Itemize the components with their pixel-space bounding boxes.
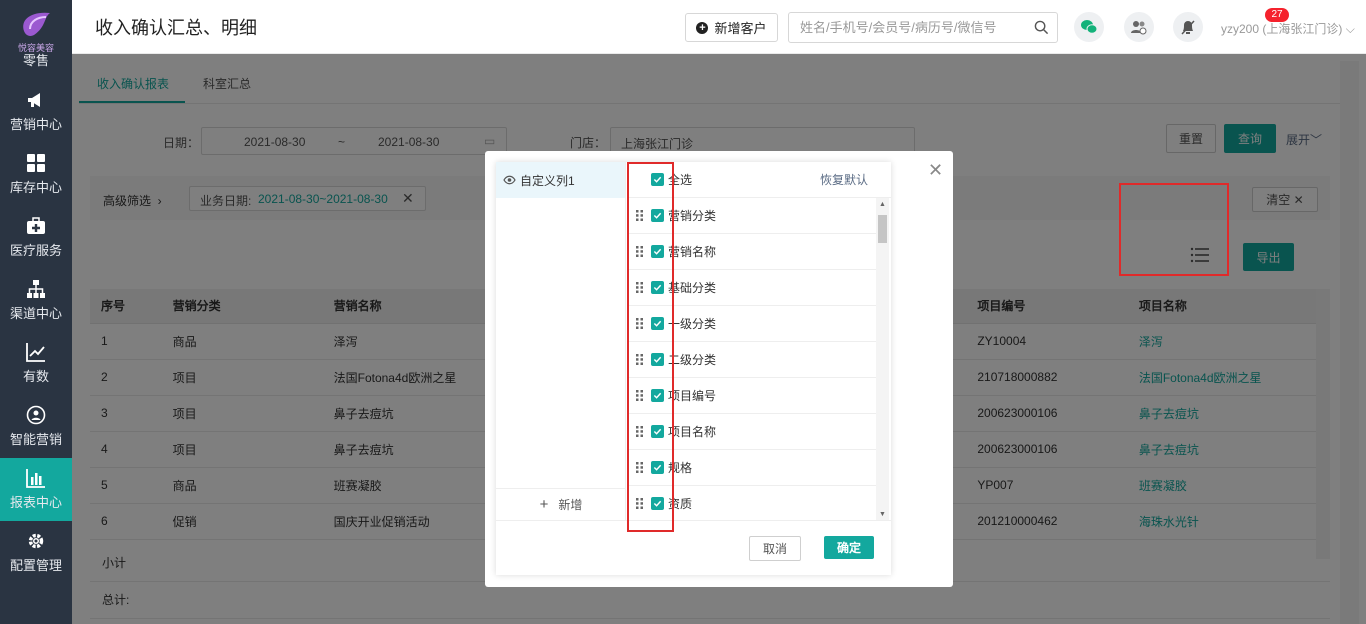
scroll-down-icon[interactable]: ▼ (879, 511, 886, 518)
nav-report-center[interactable]: 报表中心 (0, 458, 72, 521)
chevron-down-icon: ⌵ (1345, 22, 1355, 36)
preset-list: 自定义列1 + 新增 (496, 162, 626, 520)
wechat-button[interactable] (1074, 12, 1104, 42)
column-label: 一级分类 (668, 317, 717, 331)
nav-label: 渠道中心 (9, 306, 62, 321)
trend-line-icon (26, 343, 45, 362)
nav-label: 智能营销 (9, 432, 62, 447)
nav-label: 医疗服务 (9, 243, 62, 258)
nav-label: 报表中心 (9, 495, 62, 510)
page-title: 收入确认汇总、明细 (95, 18, 257, 38)
nav-inventory-center[interactable]: 库存中心 (0, 143, 72, 206)
nav-medical-service[interactable]: 医疗服务 (0, 206, 72, 269)
megaphone-icon (28, 93, 40, 107)
add-customer-button[interactable]: + 新增客户 (685, 13, 778, 42)
column-settings-dialog: ✕ 自定义列1 + 新增 全选 恢复默认 营销分类 营销名称 基础分类 一级分类 (485, 151, 953, 587)
column-list-scrollbar[interactable]: ▲ ▼ (876, 198, 889, 520)
search-input[interactable] (789, 13, 1019, 42)
column-label: 项目名称 (668, 425, 717, 439)
user-name: yzy200 (上海张江门诊) (1221, 22, 1343, 36)
cancel-button[interactable]: 取消 (749, 536, 801, 561)
bar-chart-icon (26, 469, 45, 488)
nav-label: 库存中心 (9, 180, 62, 195)
logo-icon (23, 12, 50, 36)
preset-label: 自定义列1 (520, 173, 575, 188)
add-customer-label: 新增客户 (714, 21, 767, 36)
nav-config[interactable]: 配置管理 (0, 521, 72, 584)
close-icon[interactable]: ✕ (928, 160, 943, 181)
column-label: 营销名称 (668, 245, 717, 259)
nav-retail[interactable]: 零售 (0, 50, 72, 80)
sidebar: 悦容美容 零售 营销中心 库存中心 医疗服务 渠道中心 有数 智能营销 报表中心… (0, 0, 72, 624)
search-icon[interactable] (1034, 20, 1049, 35)
medical-kit-icon (27, 217, 45, 234)
column-settings-panel: 自定义列1 + 新增 全选 恢复默认 营销分类 营销名称 基础分类 一级分类 二… (496, 162, 891, 575)
nav-marketing-center[interactable]: 营销中心 (0, 80, 72, 143)
column-label: 项目编号 (668, 389, 717, 403)
highlight-box (627, 162, 674, 532)
grid-icon (27, 154, 45, 172)
gear-icon (28, 533, 44, 549)
plus-icon: + (696, 21, 709, 34)
add-preset-label: 新增 (558, 498, 583, 512)
users-button[interactable] (1124, 12, 1154, 42)
nav-label: 营销中心 (9, 117, 62, 132)
nav-analytics[interactable]: 有数 (0, 332, 72, 395)
column-label: 基础分类 (668, 281, 717, 295)
preset-item[interactable]: 自定义列1 (496, 162, 625, 198)
users-circle-icon (26, 405, 46, 425)
user-menu[interactable]: yzy200 (上海张江门诊) ⌵ (1221, 20, 1355, 37)
notification-button[interactable] (1173, 12, 1203, 42)
nav-label: 有数 (22, 369, 49, 384)
scroll-up-icon[interactable]: ▲ (879, 201, 886, 208)
wechat-icon (1081, 20, 1098, 34)
nav-label: 配置管理 (9, 558, 62, 573)
org-chart-icon (27, 280, 45, 298)
eye-icon (503, 175, 516, 185)
nav-smart-marketing[interactable]: 智能营销 (0, 395, 72, 458)
dialog-footer: 取消 确定 (496, 520, 891, 575)
scroll-thumb[interactable] (878, 215, 887, 243)
column-label: 营销分类 (668, 209, 717, 223)
add-preset-button[interactable]: + 新增 (496, 488, 626, 520)
confirm-button[interactable]: 确定 (824, 536, 874, 559)
users-icon (1131, 21, 1147, 35)
nav-label: 零售 (22, 53, 49, 68)
search-box (788, 12, 1058, 43)
top-header: 收入确认汇总、明细 + 新增客户 27 yzy200 (上海张江门诊) ⌵ (72, 0, 1366, 54)
nav-channel-center[interactable]: 渠道中心 (0, 269, 72, 332)
restore-default-link[interactable]: 恢复默认 (820, 171, 868, 188)
highlight-box (1119, 183, 1229, 276)
column-label: 二级分类 (668, 353, 717, 367)
plus-icon: + (539, 496, 549, 513)
bell-muted-icon (1181, 19, 1195, 35)
